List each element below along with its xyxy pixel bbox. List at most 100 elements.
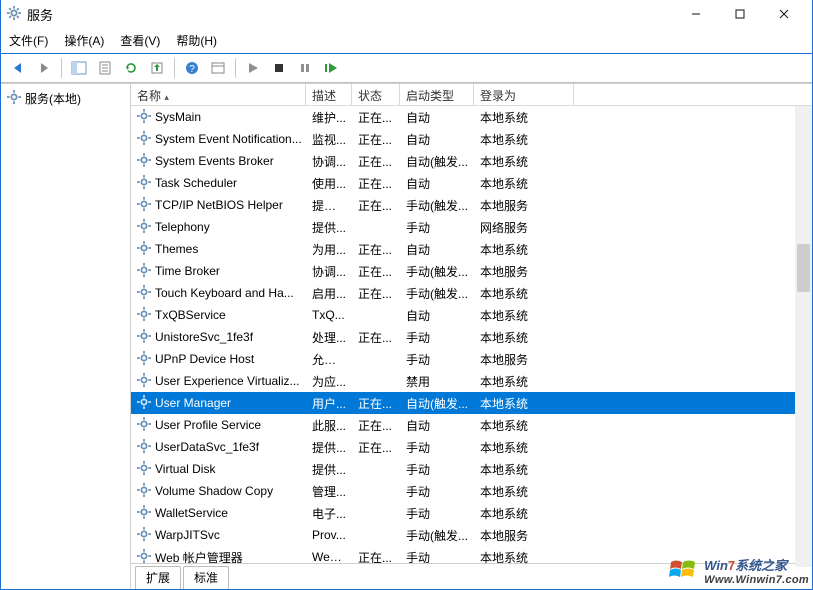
service-row[interactable]: User Manager用户...正在...自动(触发...本地系统 xyxy=(131,392,812,414)
service-row[interactable]: System Event Notification...监视...正在...自动… xyxy=(131,128,812,150)
service-row[interactable]: User Profile Service此服...正在...自动本地系统 xyxy=(131,414,812,436)
window-titlebar[interactable]: 服务 xyxy=(1,0,812,28)
list-body[interactable]: SysMain维护...正在...自动本地系统System Event Noti… xyxy=(131,106,812,563)
menu-bar: 文件(F) 操作(A) 查看(V) 帮助(H) xyxy=(1,28,812,53)
service-logon: 本地系统 xyxy=(474,505,574,522)
tree-node-services-local[interactable]: 服务(本地) xyxy=(5,88,126,109)
menu-help[interactable]: 帮助(H) xyxy=(176,32,217,49)
service-description: 处理... xyxy=(306,329,352,346)
show-hide-tree-button[interactable] xyxy=(68,57,90,79)
start-service-button[interactable] xyxy=(242,57,264,79)
export-list-button[interactable] xyxy=(146,57,168,79)
service-name: Volume Shadow Copy xyxy=(155,484,273,498)
console-button[interactable] xyxy=(207,57,229,79)
service-name: TCP/IP NetBIOS Helper xyxy=(155,198,283,212)
service-name: SysMain xyxy=(155,110,201,124)
service-logon: 本地系统 xyxy=(474,175,574,192)
gear-icon xyxy=(137,417,151,434)
service-row[interactable]: TCP/IP NetBIOS Helper提供 ...正在...手动(触发...… xyxy=(131,194,812,216)
service-startup: 手动 xyxy=(400,505,474,522)
service-row[interactable]: Touch Keyboard and Ha...启用...正在...手动(触发.… xyxy=(131,282,812,304)
service-logon: 本地系统 xyxy=(474,417,574,434)
service-startup: 手动(触发... xyxy=(400,527,474,544)
console-tree[interactable]: 服务(本地) xyxy=(1,84,131,589)
toolbar-separator xyxy=(235,58,236,78)
service-row[interactable]: UPnP Device Host允许 ...手动本地服务 xyxy=(131,348,812,370)
scrollbar-thumb[interactable] xyxy=(797,244,810,292)
service-row[interactable]: SysMain维护...正在...自动本地系统 xyxy=(131,106,812,128)
window-close-button[interactable] xyxy=(762,0,806,28)
column-header-logon[interactable]: 登录为 xyxy=(474,84,574,105)
service-row[interactable]: UnistoreSvc_1fe3f处理...正在...手动本地系统 xyxy=(131,326,812,348)
service-startup: 自动 xyxy=(400,241,474,258)
service-description: 协调... xyxy=(306,263,352,280)
service-description: 电子... xyxy=(306,505,352,522)
service-row[interactable]: User Experience Virtualiz...为应...禁用本地系统 xyxy=(131,370,812,392)
window-maximize-button[interactable] xyxy=(718,0,762,28)
service-startup: 手动(触发... xyxy=(400,197,474,214)
service-name: WalletService xyxy=(155,506,228,520)
gear-icon xyxy=(137,351,151,368)
play-icon xyxy=(247,62,259,74)
details-pane: 名称 ▴ 描述 状态 启动类型 登录为 SysMain维护...正在...自动本… xyxy=(131,84,812,589)
service-name: Task Scheduler xyxy=(155,176,237,190)
service-description: TxQ... xyxy=(306,308,352,322)
service-startup: 手动(触发... xyxy=(400,285,474,302)
nav-back-button[interactable] xyxy=(7,57,29,79)
window-minimize-button[interactable] xyxy=(674,0,718,28)
service-name: Touch Keyboard and Ha... xyxy=(155,286,294,300)
nav-forward-button[interactable] xyxy=(33,57,55,79)
service-logon: 本地系统 xyxy=(474,549,574,564)
gear-icon xyxy=(7,6,21,23)
service-description: 提供... xyxy=(306,439,352,456)
gear-icon xyxy=(137,307,151,324)
service-startup: 手动 xyxy=(400,439,474,456)
column-header-state[interactable]: 状态 xyxy=(352,84,400,105)
sort-asc-icon: ▴ xyxy=(164,92,169,102)
service-row[interactable]: Themes为用...正在...自动本地系统 xyxy=(131,238,812,260)
help-icon: ? xyxy=(185,61,199,75)
gear-icon xyxy=(137,219,151,236)
service-row[interactable]: UserDataSvc_1fe3f提供...正在...手动本地系统 xyxy=(131,436,812,458)
service-row[interactable]: Virtual Disk提供...手动本地系统 xyxy=(131,458,812,480)
menu-file[interactable]: 文件(F) xyxy=(9,32,48,49)
service-row[interactable]: WalletService 电子... 手动本地系统 xyxy=(131,502,812,524)
vertical-scrollbar[interactable] xyxy=(795,106,812,567)
service-state: 正在... xyxy=(352,131,400,148)
service-row[interactable]: Time Broker协调...正在...手动(触发...本地服务 xyxy=(131,260,812,282)
stop-icon xyxy=(273,62,285,74)
service-name: Time Broker xyxy=(155,264,220,278)
service-row[interactable]: System Events Broker协调...正在...自动(触发...本地… xyxy=(131,150,812,172)
menu-action[interactable]: 操作(A) xyxy=(64,32,104,49)
service-description: 协调... xyxy=(306,153,352,170)
pause-service-button[interactable] xyxy=(294,57,316,79)
service-name: System Events Broker xyxy=(155,154,274,168)
menu-view[interactable]: 查看(V) xyxy=(120,32,160,49)
stop-service-button[interactable] xyxy=(268,57,290,79)
properties-button[interactable] xyxy=(94,57,116,79)
service-state: 正在... xyxy=(352,329,400,346)
column-header-description[interactable]: 描述 xyxy=(306,84,352,105)
gear-icon xyxy=(137,549,151,564)
service-description: 提供 ... xyxy=(306,197,352,214)
gear-icon xyxy=(137,197,151,214)
service-row[interactable]: TxQBServiceTxQ...自动本地系统 xyxy=(131,304,812,326)
service-row[interactable]: Web 帐户管理器Web...正在...手动本地系统 xyxy=(131,546,812,563)
service-logon: 本地系统 xyxy=(474,285,574,302)
gear-icon xyxy=(137,263,151,280)
service-logon: 本地服务 xyxy=(474,527,574,544)
service-startup: 自动(触发... xyxy=(400,395,474,412)
column-header-name[interactable]: 名称 ▴ xyxy=(131,84,306,105)
service-row[interactable]: Volume Shadow Copy管理...手动本地系统 xyxy=(131,480,812,502)
refresh-button[interactable] xyxy=(120,57,142,79)
service-row[interactable]: Task Scheduler使用...正在...自动本地系统 xyxy=(131,172,812,194)
service-row[interactable]: Telephony提供...手动网络服务 xyxy=(131,216,812,238)
help-button[interactable]: ? xyxy=(181,57,203,79)
service-row[interactable]: WarpJITSvcProv...手动(触发...本地服务 xyxy=(131,524,812,546)
gear-icon xyxy=(137,241,151,258)
tab-extended[interactable]: 扩展 xyxy=(135,566,181,589)
column-header-startup[interactable]: 启动类型 xyxy=(400,84,474,105)
restart-service-button[interactable] xyxy=(320,57,342,79)
service-description: 启用... xyxy=(306,285,352,302)
tab-standard[interactable]: 标准 xyxy=(183,566,229,589)
